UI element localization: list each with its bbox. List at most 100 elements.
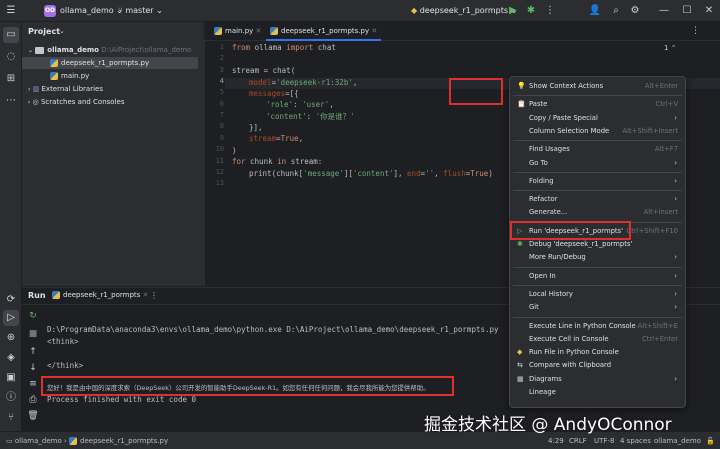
maximize-icon[interactable]: ☐ <box>680 4 694 18</box>
scroll-down-icon[interactable]: ↓ <box>25 361 41 375</box>
console-line-2: <think> <box>47 337 79 346</box>
status-breadcrumb[interactable]: ▭ ollama_demo › deepseek_r1_pormpts.py <box>6 435 168 447</box>
menu-item-compare-with-clipboard[interactable]: ⇆ Compare with Clipboard <box>511 359 684 372</box>
editor-tab-bar: main.py ✕ deepseek_r1_pormpts.py ✕ ⋮ <box>204 22 720 41</box>
menu-item-execute-cell-in-console[interactable]: Execute Cell in Console Ctrl+Enter <box>511 333 684 346</box>
python-file-icon <box>50 72 58 80</box>
menu-separator <box>513 95 682 97</box>
status-indent[interactable]: 4 spaces <box>620 435 651 447</box>
menu-item-folding[interactable]: Folding › <box>511 175 684 188</box>
search-icon[interactable]: ⌕ <box>609 4 623 18</box>
more-tools-icon[interactable]: ⋯ <box>3 93 19 109</box>
python-file-icon <box>69 437 78 445</box>
code-line-3: stream = chat( <box>232 66 296 75</box>
menu-item-refactor[interactable]: Refactor › <box>511 193 684 206</box>
menu-item-shortcut: Alt+Shift+Insert <box>622 126 678 135</box>
menu-item-paste[interactable]: 📋 Paste Ctrl+V <box>511 98 684 111</box>
scroll-up-icon[interactable]: ↑ <box>25 345 41 359</box>
status-line-ending[interactable]: CRLF <box>569 435 587 447</box>
chevron-right-icon: › <box>674 176 677 185</box>
tree-item-ollama-demo[interactable]: ⌄ ollama_demo D:\AiProject\ollama_demo <box>22 44 204 56</box>
menu-separator <box>513 140 682 142</box>
tab-deepseek-py[interactable]: deepseek_r1_pormpts.py ✕ <box>266 22 382 41</box>
user-icon[interactable]: 👤 <box>588 4 602 18</box>
terminal-icon[interactable]: ▣ <box>3 370 19 386</box>
problems-icon[interactable]: ⓘ <box>3 390 19 406</box>
menu-item-diagrams[interactable]: ▦ Diagrams › <box>511 373 684 386</box>
more-icon[interactable]: ⋮ <box>543 4 557 18</box>
menu-item-shortcut: Ctrl+V <box>655 100 678 109</box>
commit-tool-icon[interactable]: ◌ <box>3 49 19 65</box>
close-icon[interactable]: ✕ <box>702 4 716 18</box>
rerun-icon[interactable]: ↻ <box>25 309 41 323</box>
paste-icon: 📋 <box>517 100 526 109</box>
debug-icon[interactable]: ✱ <box>524 4 538 18</box>
menu-item-execute-line-in-python-console[interactable]: Execute Line in Python Console Alt+Shift+… <box>511 320 684 333</box>
menu-item-label: Folding <box>529 176 554 185</box>
trash-icon[interactable]: 🗑 <box>25 409 41 423</box>
stop-icon[interactable]: ■ <box>25 327 41 341</box>
structure-tool-icon[interactable]: ⊞ <box>3 71 19 87</box>
menu-icon[interactable]: ☰ <box>4 4 18 18</box>
code-line-11: for chunk in stream: <box>232 157 323 166</box>
run-tab[interactable]: deepseek_r1_pormpts ✕ <box>52 291 148 299</box>
tree-item-main-file[interactable]: main.py <box>22 70 204 82</box>
menu-item-shortcut: Alt+Insert <box>643 208 678 217</box>
code-line-6: 'role': 'user', <box>266 100 334 109</box>
menu-item-column-selection-mode[interactable]: Column Selection Mode Alt+Shift+Insert <box>511 125 684 138</box>
menu-item-label: Paste <box>529 100 548 109</box>
print-icon[interactable]: ⎙ <box>25 393 41 407</box>
project-tool-icon[interactable]: ▭ <box>3 27 19 43</box>
menu-item-find-usages[interactable]: Find Usages Alt+F7 <box>511 143 684 156</box>
tree-item-external-libraries[interactable]: › ▥ External Libraries <box>22 83 204 95</box>
diagram-icon: ▦ <box>517 374 524 383</box>
more-icon[interactable]: ⋮ <box>150 291 158 300</box>
line-number: 11 <box>215 156 224 165</box>
menu-item-label: More Run/Debug <box>529 253 586 262</box>
run-panel-label: Run <box>28 291 46 300</box>
menu-item-go-to[interactable]: Go To › <box>511 157 684 170</box>
menu-item-git[interactable]: Git › <box>511 301 684 314</box>
menu-item-more-run-debug[interactable]: More Run/Debug › <box>511 251 684 264</box>
menu-item-generate[interactable]: Generate... Alt+Insert <box>511 206 684 219</box>
status-interpreter[interactable]: ollama_demo <box>654 435 701 447</box>
run-tool-icon[interactable]: ▷ <box>3 310 19 326</box>
settings-icon[interactable]: ⚙ <box>628 4 642 18</box>
python-console-icon[interactable]: ◈ <box>3 350 19 366</box>
menu-item-lineage[interactable]: Lineage <box>511 386 684 399</box>
menu-item-run-file-in-python-console[interactable]: ◆ Run File in Python Console <box>511 346 684 359</box>
line-number: 3 <box>219 65 224 74</box>
inspection-widget[interactable]: 1 ⌃ <box>664 44 677 52</box>
more-tabs-icon[interactable]: ⋮ <box>691 26 700 36</box>
chevron-down-icon[interactable]: ⌄ <box>59 27 65 35</box>
close-icon[interactable]: ✕ <box>256 27 262 35</box>
status-encoding[interactable]: UTF-8 <box>594 435 614 447</box>
menu-item-local-history[interactable]: Local History › <box>511 288 684 301</box>
branch-icon: ⑂ <box>118 6 123 15</box>
run-icon[interactable]: ▶ <box>506 4 520 18</box>
chevron-right-icon: › <box>674 374 677 383</box>
menu-item-show-context-actions[interactable]: 💡 Show Context Actions Alt+Enter <box>511 80 684 93</box>
project-switcher[interactable]: OD ollama_demo ⌄ <box>44 4 123 18</box>
chevron-right-icon: › <box>674 271 677 280</box>
tree-item-scratches[interactable]: › ◎ Scratches and Consoles <box>22 96 204 108</box>
tab-main-py[interactable]: main.py ✕ <box>210 22 265 41</box>
project-panel-title: Project <box>28 27 61 36</box>
menu-separator <box>513 190 682 192</box>
status-position[interactable]: 4:29 <box>548 435 564 447</box>
menu-item-label: Execute Line in Python Console <box>529 321 636 330</box>
menu-item-label: Refactor <box>529 195 558 204</box>
python-packages-icon[interactable]: ⊕ <box>3 330 19 346</box>
tree-item-deepseek-file[interactable]: deepseek_r1_pormpts.py <box>22 57 198 69</box>
menu-item-copy-paste-special[interactable]: Copy / Paste Special › <box>511 112 684 125</box>
close-icon[interactable]: ✕ <box>371 27 377 35</box>
branch-switcher[interactable]: ⑂ master ⌄ <box>118 4 163 18</box>
close-icon[interactable]: ✕ <box>143 291 149 299</box>
run-config-selector[interactable]: ◆ deepseek_r1_pormpts ⌄ <box>411 4 517 18</box>
minimize-icon[interactable]: — <box>657 4 671 18</box>
menu-item-open-in[interactable]: Open In › <box>511 270 684 283</box>
git-icon[interactable]: ⑂ <box>3 410 19 426</box>
lock-icon[interactable]: 🔓 <box>706 435 715 447</box>
soft-wrap-icon[interactable]: ≡ <box>25 377 41 391</box>
services-icon[interactable]: ⟳ <box>3 292 19 308</box>
